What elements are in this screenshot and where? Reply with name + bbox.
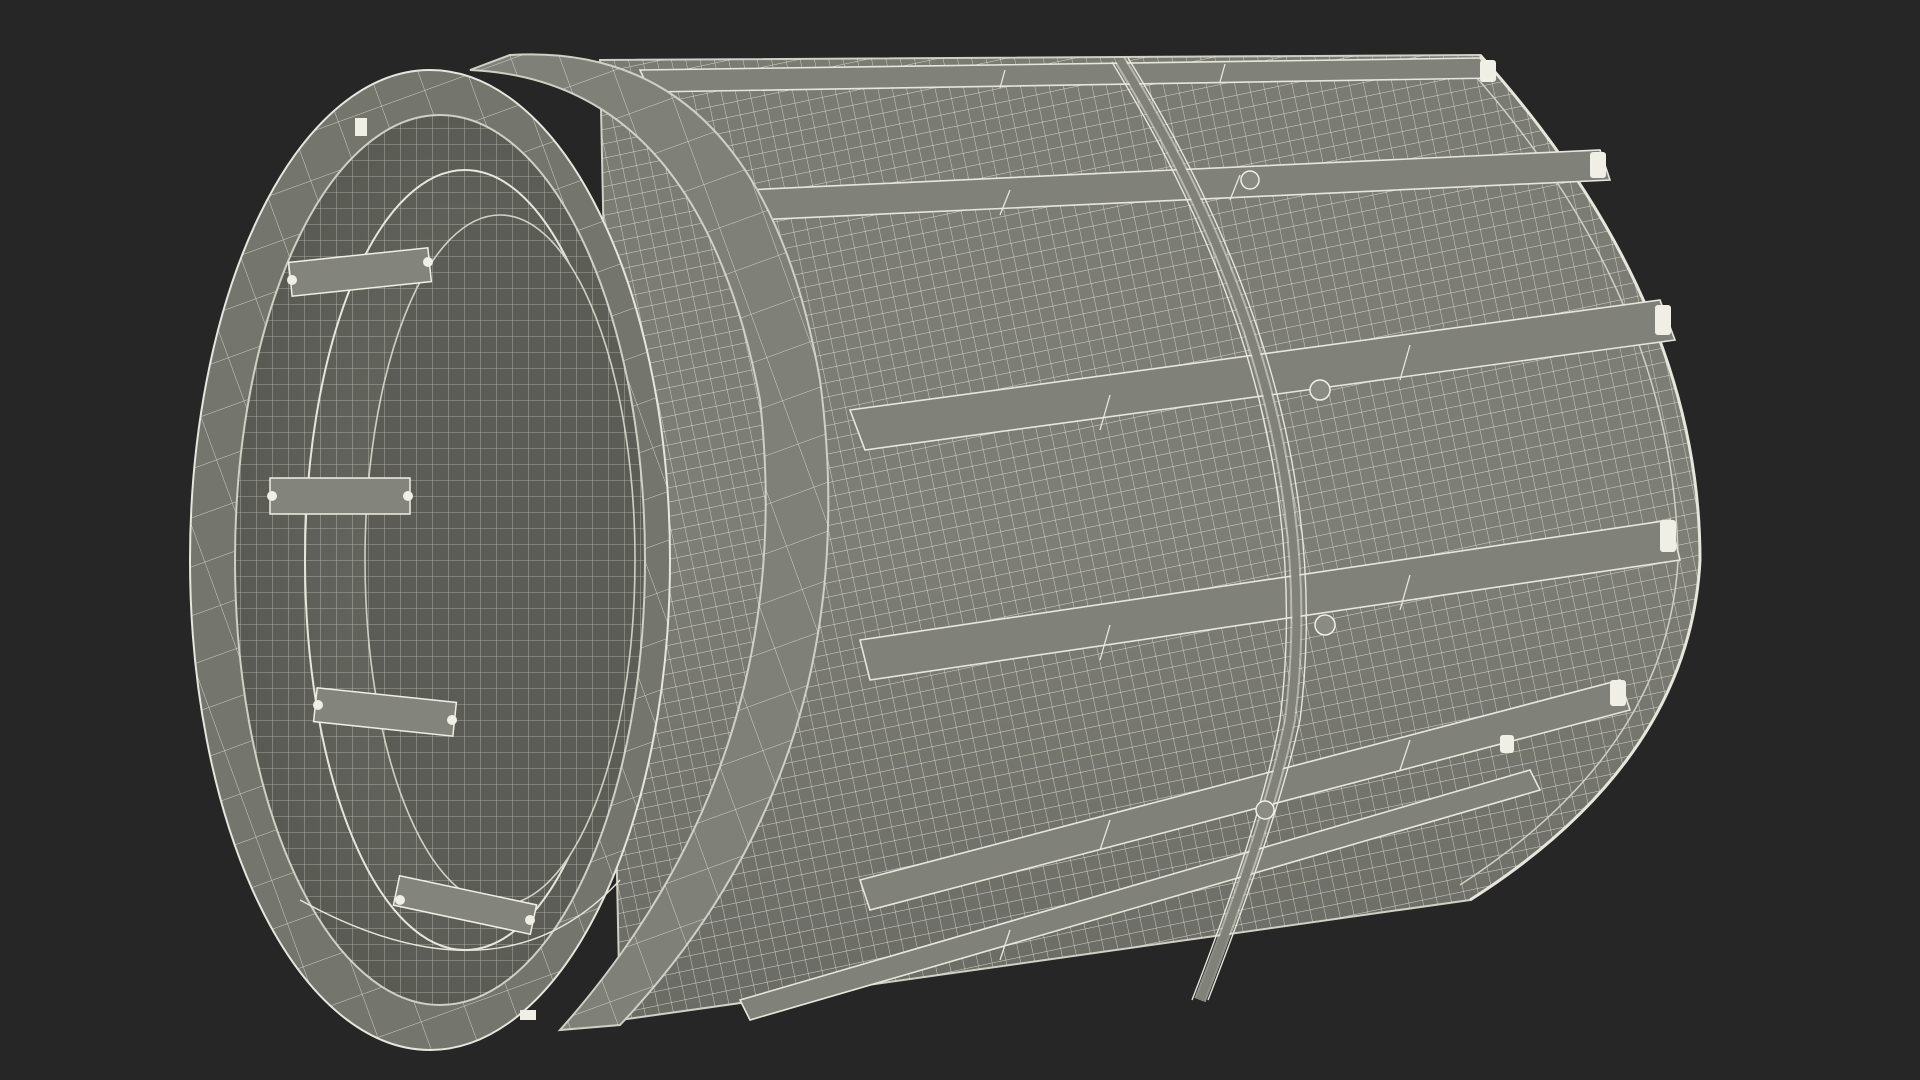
3d-viewport[interactable] [0, 0, 1920, 1080]
inner-cavity [234, 114, 646, 1006]
wireframe-render [189, 53, 1702, 1051]
